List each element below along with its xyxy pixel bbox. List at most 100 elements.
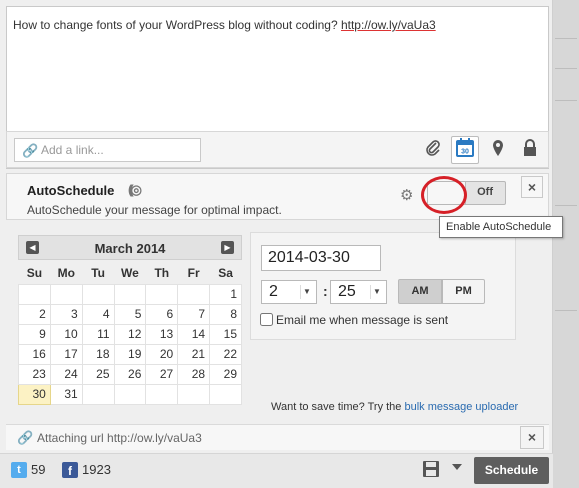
location-pin-icon[interactable] bbox=[487, 139, 509, 161]
calendar-day[interactable]: 14 bbox=[177, 323, 211, 345]
am-button[interactable]: AM bbox=[398, 279, 442, 304]
message-link[interactable]: http://ow.ly/vaUa3 bbox=[341, 18, 436, 32]
toggle-label: Off bbox=[477, 186, 493, 198]
autoschedule-bar: AutoSchedule ((◎ AutoSchedule your messa… bbox=[6, 173, 549, 220]
save-draft-icon[interactable] bbox=[421, 460, 441, 480]
calendar-empty-cell bbox=[145, 383, 179, 405]
calendar-day[interactable]: 24 bbox=[49, 363, 83, 385]
calendar-empty-cell bbox=[177, 383, 211, 405]
weekday-header: Sa bbox=[218, 265, 233, 280]
calendar-day[interactable]: 5 bbox=[113, 303, 147, 325]
footer-bar: t 59 f 1923 Schedule bbox=[0, 453, 553, 488]
calendar-day[interactable]: 31 bbox=[49, 383, 83, 405]
schedule-button[interactable]: Schedule bbox=[474, 457, 549, 484]
gear-icon[interactable]: ⚙ bbox=[400, 186, 413, 204]
calendar-day[interactable]: 22 bbox=[209, 343, 242, 365]
save-options-chevron-icon[interactable] bbox=[452, 464, 462, 470]
date-picker: ◀ March 2014 ▶ Su Mo Tu We Th Fr Sa 1234567891… bbox=[18, 235, 242, 405]
autoschedule-description: AutoSchedule your message for optimal im… bbox=[27, 203, 282, 217]
add-link-input[interactable] bbox=[41, 142, 191, 158]
calendar-day[interactable]: 19 bbox=[113, 343, 147, 365]
time-separator: : bbox=[323, 283, 328, 299]
calendar-day[interactable]: 29 bbox=[209, 363, 242, 385]
calendar-day[interactable]: 26 bbox=[113, 363, 147, 385]
calendar-week: 9 10 11 12 13 14 15 bbox=[18, 323, 242, 345]
hour-select[interactable]: 2 ▼ bbox=[261, 280, 317, 304]
bulk-hint-text: Want to save time? Try the bbox=[271, 401, 405, 413]
calendar-day[interactable]: 27 bbox=[145, 363, 179, 385]
calendar-day[interactable]: 17 bbox=[49, 343, 83, 365]
weekday-header: Su bbox=[26, 265, 43, 280]
calendar-day[interactable]: 11 bbox=[81, 323, 115, 345]
calendar-day[interactable]: 20 bbox=[145, 343, 179, 365]
link-icon: 🔗 bbox=[22, 143, 39, 158]
email-checkbox[interactable] bbox=[260, 313, 273, 326]
calendar-empty-cell bbox=[113, 283, 147, 305]
autoschedule-title: AutoSchedule bbox=[27, 183, 115, 198]
minute-select[interactable]: 25 ▼ bbox=[330, 280, 387, 304]
calendar-day[interactable]: 12 bbox=[113, 323, 147, 345]
calendar-day[interactable]: 7 bbox=[177, 303, 211, 325]
calendar-day[interactable]: 8 bbox=[209, 303, 242, 325]
calendar-day[interactable]: 9 bbox=[18, 323, 51, 345]
background-window-edge bbox=[550, 0, 579, 488]
calendar-icon-day: 30 bbox=[461, 149, 469, 156]
weekday-header: Mo bbox=[57, 265, 75, 280]
calendar-day[interactable]: 23 bbox=[18, 363, 51, 385]
weekday-header: Th bbox=[154, 265, 170, 280]
bulk-uploader-link[interactable]: bulk message uploader bbox=[404, 401, 518, 413]
compose-panel: How to change fonts of your WordPress bl… bbox=[0, 0, 553, 488]
calendar-week: 16 17 18 19 20 21 22 bbox=[18, 343, 242, 365]
calendar-week: 1 bbox=[18, 283, 242, 305]
message-text: How to change fonts of your WordPress bl… bbox=[13, 18, 436, 32]
calendar-day[interactable]: 4 bbox=[81, 303, 115, 325]
calendar-empty-cell bbox=[113, 383, 147, 405]
calendar-day[interactable]: 6 bbox=[145, 303, 179, 325]
calendar-month-label: March 2014 bbox=[94, 241, 166, 256]
close-autoschedule-button[interactable]: × bbox=[521, 176, 543, 198]
attachment-bar: 🔗 Attaching url http://ow.ly/vaUa3 × bbox=[6, 424, 549, 450]
calendar-empty-cell bbox=[81, 283, 115, 305]
calendar-day[interactable]: 18 bbox=[81, 343, 115, 365]
calendar-day[interactable]: 16 bbox=[18, 343, 51, 365]
paperclip-icon[interactable] bbox=[422, 139, 444, 161]
calendar-day[interactable]: 28 bbox=[177, 363, 211, 385]
email-notification-option[interactable]: Email me when message is sent bbox=[260, 313, 448, 327]
calendar-day[interactable]: 30 bbox=[18, 383, 51, 405]
twitter-count: 59 bbox=[31, 462, 46, 477]
date-input[interactable] bbox=[261, 245, 381, 271]
chevron-down-icon: ▼ bbox=[300, 285, 313, 299]
autoschedule-wave-icon: ((◎ bbox=[128, 182, 142, 197]
calendar-empty-cell bbox=[49, 283, 83, 305]
calendar-week: 23 24 25 26 27 28 29 bbox=[18, 363, 242, 385]
calendar-week: 30 31 bbox=[18, 383, 242, 405]
calendar-day[interactable]: 2 bbox=[18, 303, 51, 325]
calendar-grid: Su Mo Tu We Th Fr Sa 1 2 3 4 5 6 7 8 9 10 11 12 13 14 15 16 17… bbox=[18, 262, 242, 405]
attachment-link-icon: 🔗 bbox=[17, 430, 34, 445]
pm-button[interactable]: PM bbox=[442, 279, 485, 304]
calendar-day[interactable]: 25 bbox=[81, 363, 115, 385]
calendar-day[interactable]: 10 bbox=[49, 323, 83, 345]
calendar-empty-cell bbox=[145, 283, 179, 305]
twitter-icon: t bbox=[11, 462, 27, 478]
attachment-text: Attaching url http://ow.ly/vaUa3 bbox=[37, 431, 202, 445]
weekday-header: Tu bbox=[91, 265, 105, 280]
weekday-header: We bbox=[121, 265, 139, 280]
hour-value: 2 bbox=[269, 283, 278, 300]
calendar-day[interactable]: 13 bbox=[145, 323, 179, 345]
calendar-empty-cell bbox=[18, 283, 51, 305]
facebook-icon: f bbox=[62, 462, 78, 478]
calendar-day[interactable]: 21 bbox=[177, 343, 211, 365]
next-month-button[interactable]: ▶ bbox=[221, 241, 234, 254]
remove-attachment-button[interactable]: × bbox=[520, 426, 544, 449]
autoschedule-tooltip: Enable AutoSchedule bbox=[439, 216, 563, 238]
add-link-field[interactable]: 🔗 bbox=[14, 138, 201, 162]
calendar-day[interactable]: 15 bbox=[209, 323, 242, 345]
lock-icon[interactable] bbox=[519, 139, 541, 161]
link-toolbar: 🔗 30 bbox=[6, 131, 549, 168]
email-label: Email me when message is sent bbox=[276, 313, 449, 327]
calendar-icon[interactable]: 30 bbox=[451, 136, 479, 164]
calendar-day[interactable]: 3 bbox=[49, 303, 83, 325]
calendar-day[interactable]: 1 bbox=[209, 283, 242, 305]
calendar-empty-cell bbox=[209, 383, 242, 405]
